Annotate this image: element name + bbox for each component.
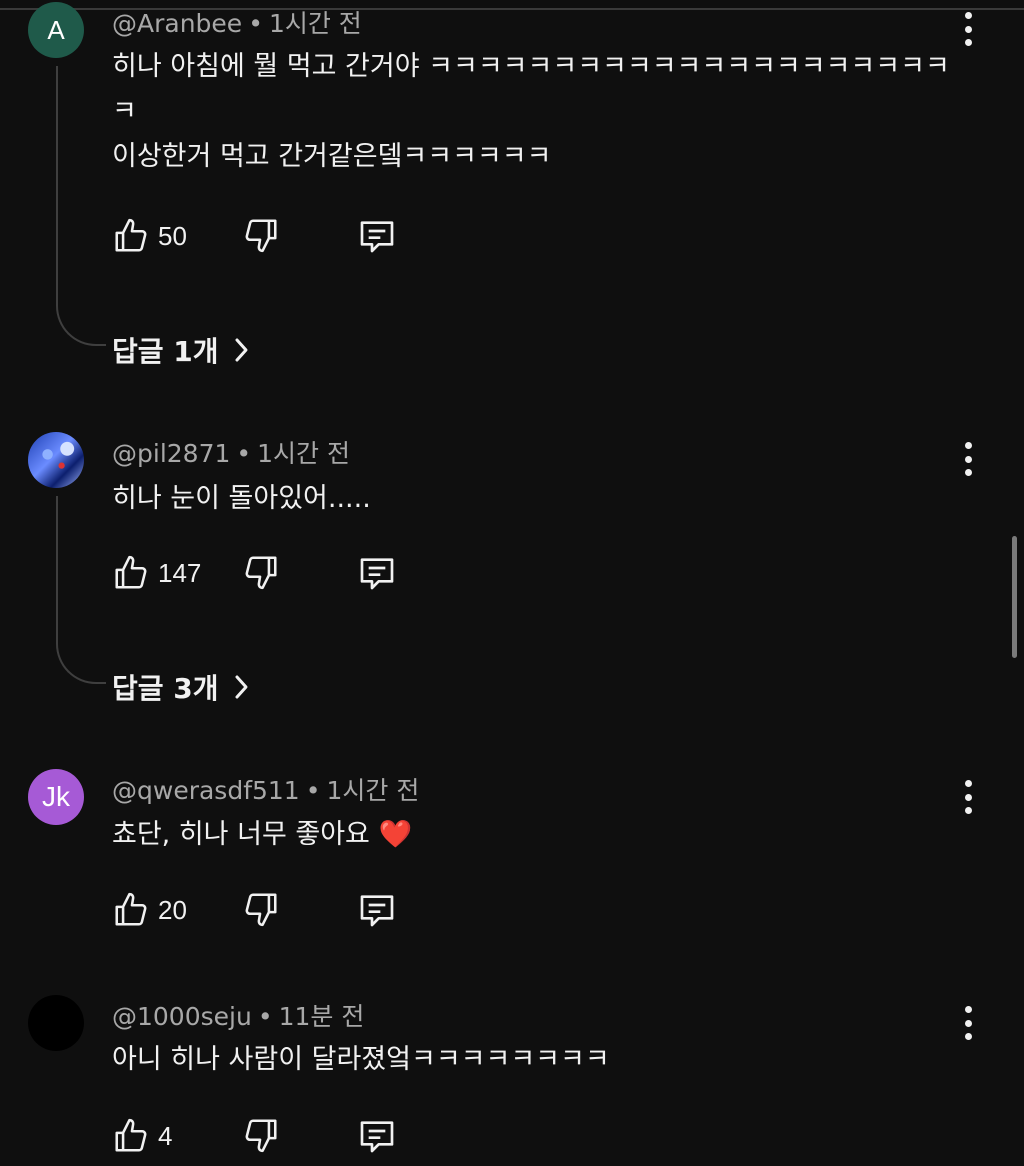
reply-icon xyxy=(360,895,394,927)
more-icon[interactable] xyxy=(956,780,980,814)
like-button[interactable]: 147 xyxy=(112,554,201,592)
timestamp[interactable]: 11분 전 xyxy=(279,1002,365,1031)
replies-toggle[interactable]: 답글 3개 xyxy=(112,667,249,707)
avatar[interactable]: Jk xyxy=(28,769,84,825)
dislike-button[interactable] xyxy=(242,890,280,928)
thread-line xyxy=(56,496,106,684)
reply-button[interactable] xyxy=(356,553,398,593)
replies-label: 답글 3개 xyxy=(112,672,219,705)
comment-header: @1000seju • 11분 전 xyxy=(112,997,364,1033)
chevron-right-icon xyxy=(235,338,248,362)
separator-dot: • xyxy=(236,439,252,468)
avatar[interactable] xyxy=(28,432,84,488)
dislike-button[interactable] xyxy=(242,553,280,591)
comment-text: 쵸단, 히나 너무 좋아요 ❤️ xyxy=(112,812,952,857)
dislike-icon xyxy=(245,1119,277,1153)
like-button[interactable]: 50 xyxy=(112,217,187,255)
reply-button[interactable] xyxy=(356,1116,398,1156)
like-count: 20 xyxy=(158,894,187,925)
author-name[interactable]: @Aranbee xyxy=(112,9,242,38)
scrollbar[interactable] xyxy=(1012,536,1017,658)
replies-label: 답글 1개 xyxy=(112,335,219,368)
separator-dot: • xyxy=(248,9,263,38)
dislike-icon xyxy=(245,556,277,590)
dislike-button[interactable] xyxy=(242,216,280,254)
comment-body: 쵸단, 히나 너무 좋아요 xyxy=(112,819,370,850)
comment-header: @Aranbee • 1시간 전 xyxy=(112,4,362,40)
comment-actions: 20 xyxy=(112,890,394,930)
timestamp[interactable]: 1시간 전 xyxy=(326,776,419,805)
separator-dot: • xyxy=(305,776,321,805)
like-icon xyxy=(115,218,147,252)
comment-text: 아니 히나 사람이 달라졌엌ㅋㅋㅋㅋㅋㅋㅋㅋ xyxy=(112,1044,610,1075)
reply-icon xyxy=(360,558,394,590)
reply-button[interactable] xyxy=(356,890,398,930)
dislike-icon xyxy=(245,219,277,253)
comment-actions: 147 xyxy=(112,553,394,593)
like-count: 147 xyxy=(158,557,202,588)
reply-icon xyxy=(360,221,394,253)
more-icon[interactable] xyxy=(956,1006,980,1040)
comment-actions: 4 xyxy=(112,1116,394,1156)
comment-text: 히나 눈이 돌아있어..... xyxy=(112,483,371,514)
separator-dot: • xyxy=(257,1002,273,1031)
like-button[interactable]: 20 xyxy=(112,891,187,929)
like-icon xyxy=(115,892,147,926)
timestamp[interactable]: 1시간 전 xyxy=(257,439,350,468)
author-name[interactable]: @qwerasdf511 xyxy=(112,776,300,805)
reply-button[interactable] xyxy=(356,216,398,256)
comment-header: @pil2871 • 1시간 전 xyxy=(112,434,350,470)
author-name[interactable]: @pil2871 xyxy=(112,439,230,468)
comment-text: 히나 아침에 뭘 먹고 간거야 ㅋㅋㅋㅋㅋㅋㅋㅋㅋㅋㅋㅋㅋㅋㅋㅋㅋㅋㅋㅋㅋ ㅋ … xyxy=(112,51,950,172)
author-name[interactable]: @1000seju xyxy=(112,1002,252,1031)
like-icon xyxy=(115,1118,147,1152)
replies-toggle[interactable]: 답글 1개 xyxy=(112,330,249,370)
comment-header: @qwerasdf511 • 1시간 전 xyxy=(112,771,419,807)
like-count: 4 xyxy=(158,1120,173,1151)
avatar[interactable]: A xyxy=(28,2,84,58)
heart-emoji: ❤️ xyxy=(378,819,413,850)
like-button[interactable]: 4 xyxy=(112,1117,172,1155)
dislike-button[interactable] xyxy=(242,1116,280,1154)
timestamp[interactable]: 1시간 전 xyxy=(269,9,362,38)
thread-line xyxy=(56,66,106,346)
dislike-icon xyxy=(245,893,277,927)
chevron-right-icon xyxy=(235,675,248,699)
like-count: 50 xyxy=(158,220,187,251)
comment-actions: 50 xyxy=(112,216,394,256)
avatar[interactable] xyxy=(28,995,84,1051)
reply-icon xyxy=(360,1121,394,1153)
more-icon[interactable] xyxy=(956,12,980,46)
more-icon[interactable] xyxy=(956,442,980,476)
like-icon xyxy=(115,555,147,589)
